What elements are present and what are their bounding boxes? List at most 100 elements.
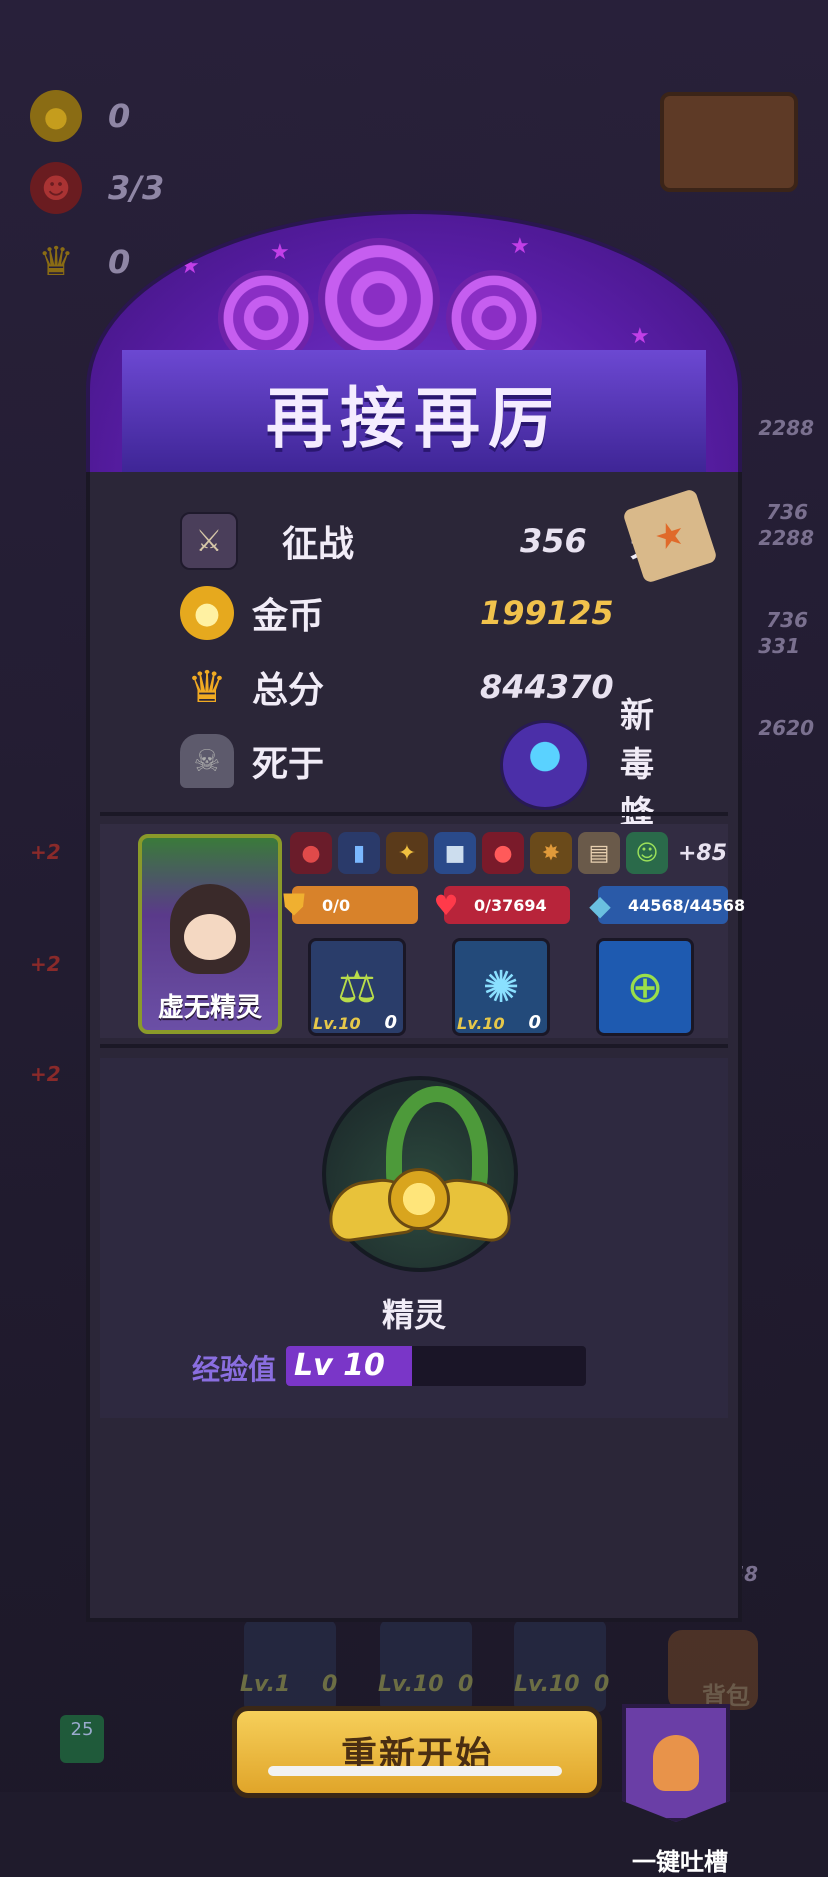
skill-level: Lv.10 [457, 1014, 505, 1033]
stat-gold-value: 199125 [480, 594, 614, 632]
bg-side-number: 2288 [758, 416, 814, 440]
modal-body: ⚔ 征战 356 天 ★ ● 金币 199125 ♛ 总分 844370 ☠ 死… [86, 472, 745, 1876]
flask-item-icon[interactable]: ▮ [338, 832, 380, 874]
stat-total-value: 844370 [480, 668, 614, 706]
restart-button[interactable]: 重新开始 [232, 1706, 602, 1798]
sparkle-icon: ★ [510, 234, 530, 259]
hero-card[interactable]: 虚无精灵 [138, 834, 282, 1034]
heart-icon: ♥ [433, 888, 459, 922]
skill-level: Lv.10 [313, 1014, 361, 1033]
bg-skill-level: Lv.1 [240, 1672, 291, 1697]
hero-portrait [170, 884, 250, 974]
mana-value: 44568/44568 [628, 895, 746, 915]
demon-head-icon: ☻ [30, 162, 82, 214]
hud-lives: ☻ 3/3 [30, 162, 164, 214]
crown-icon: ♛ [187, 661, 227, 713]
skill-list: ⚖ Lv.10 0 ✺ Lv.10 0 ⊕ [308, 938, 694, 1036]
stat-total: ♛ 总分 844370 [180, 660, 613, 714]
bg-left-number: +2 [30, 952, 61, 976]
apple-item-icon[interactable]: ● [290, 832, 332, 874]
bg-side-number: 2620 [758, 716, 814, 740]
hero-bars: ⛊ 0/0 ♥ 0/37694 ◆ 44568/44568 [283, 886, 745, 924]
diamond-icon: ◆ [589, 888, 611, 922]
exp-bar: Lv 10 [286, 1346, 586, 1386]
poison-bee-icon [500, 720, 590, 810]
hud-coins: ● 0 [30, 90, 130, 142]
target-decoration [318, 238, 440, 360]
hud-lives-value: 3/3 [108, 169, 165, 207]
skill-balance[interactable]: ⚖ Lv.10 0 [308, 938, 406, 1036]
stat-gold-label: 金币 [252, 596, 325, 637]
bg-side-number: 736 [766, 500, 808, 524]
game-over-modal: ★ ★ ★ ★ 再接再厉 ⚔ 征战 356 天 ★ ● 金币 199125 ♛ … [86, 210, 745, 1876]
hud-coins-value: 0 [108, 97, 131, 135]
title-banner: 再接再厉 [122, 350, 706, 476]
frost-star-icon: ✺ [482, 961, 520, 1013]
bg-skill-slot [244, 1620, 336, 1712]
spirit-relic-icon [322, 1076, 518, 1272]
bg-skill-level: Lv.10 [378, 1672, 444, 1697]
torch-item-icon[interactable]: ✦ [386, 832, 428, 874]
stat-days-value: 356 [520, 522, 587, 560]
shield-icon: ⛊ [283, 888, 305, 921]
bg-side-number: 736 [766, 608, 808, 632]
fruit-item-icon[interactable]: ● [482, 832, 524, 874]
skill-frost[interactable]: ✺ Lv.10 0 [452, 938, 550, 1036]
divider [100, 1044, 728, 1048]
bg-skill-count: 0 [594, 1672, 610, 1697]
scroll-icon[interactable]: ★ [622, 488, 718, 584]
skill-count: 0 [384, 1012, 397, 1033]
person-icon [653, 1735, 699, 1791]
hp-value: 0/37694 [474, 895, 547, 915]
stat-days-label: 征战 [282, 524, 355, 565]
item-list: ● ▮ ✦ ■ ● ✸ ▤ ☺ +85 [290, 832, 727, 874]
scales-icon: ⚖ [337, 961, 377, 1013]
coin-icon: ● [30, 90, 82, 142]
bg-left-number: +2 [30, 840, 61, 864]
bg-skill-count: 0 [458, 1672, 474, 1697]
feedback-button[interactable] [622, 1704, 730, 1822]
shield-bar: ⛊ 0/0 [283, 886, 418, 924]
book-item-icon[interactable]: ■ [434, 832, 476, 874]
relic-name: 精灵 [381, 1296, 446, 1334]
exp-label: 经验值 [192, 1353, 277, 1386]
relic-panel: 精灵 经验值 Lv 10 [100, 1058, 728, 1418]
modal-title: 再接再厉 [266, 380, 562, 457]
crosshair-icon: ⊕ [626, 961, 664, 1013]
hp-bar: ♥ 0/37694 [433, 886, 570, 924]
crown-icon: ♛ [38, 239, 74, 285]
shield-value: 0/0 [322, 895, 351, 915]
mask-item-icon[interactable]: ☺ [626, 832, 668, 874]
skill-target[interactable]: ⊕ [596, 938, 694, 1036]
relic-core [388, 1168, 450, 1230]
sparkle-icon: ★ [270, 240, 290, 265]
items-more-count[interactable]: +85 [678, 841, 727, 866]
sparkle-icon: ★ [180, 254, 200, 279]
map-item-icon[interactable]: ▤ [578, 832, 620, 874]
bg-skill-count: 0 [322, 1672, 338, 1697]
feedback-label[interactable]: 一键吐槽 [610, 1842, 750, 1877]
sparkle-icon: ★ [630, 324, 650, 349]
stats-section: ⚔ 征战 356 天 ★ ● 金币 199125 ♛ 总分 844370 ☠ 死… [90, 472, 738, 834]
divider [100, 812, 728, 816]
level-chip: 25 [60, 1715, 104, 1763]
bg-skill-slot [380, 1620, 472, 1712]
bg-skill-slot [514, 1620, 606, 1712]
badge-item-icon[interactable]: ✸ [530, 832, 572, 874]
stat-gold: ● 金币 199125 [180, 586, 614, 640]
stat-died: ☠ 死于 新毒蜂 [180, 696, 654, 834]
stat-total-label: 总分 [252, 670, 325, 711]
home-indicator[interactable] [268, 1766, 562, 1776]
bg-side-number: 331 [758, 634, 800, 658]
sword-icon: ⚔ [180, 512, 238, 570]
coin-icon: ● [180, 586, 234, 640]
bg-left-number: +2 [30, 1062, 61, 1086]
exp-level-text: Lv 10 [294, 1348, 385, 1383]
skill-count: 0 [528, 1012, 541, 1033]
chest-icon [660, 92, 798, 192]
hero-name: 虚无精灵 [157, 993, 262, 1023]
tombstone-icon: ☠ [180, 734, 234, 788]
bg-side-number: 2288 [758, 526, 814, 550]
stat-days: ⚔ 征战 356 天 [180, 512, 664, 570]
hero-panel: 虚无精灵 ● ▮ ✦ ■ ● ✸ ▤ ☺ +85 ⛊ 0/0 ♥ 0/37694… [100, 824, 745, 1038]
